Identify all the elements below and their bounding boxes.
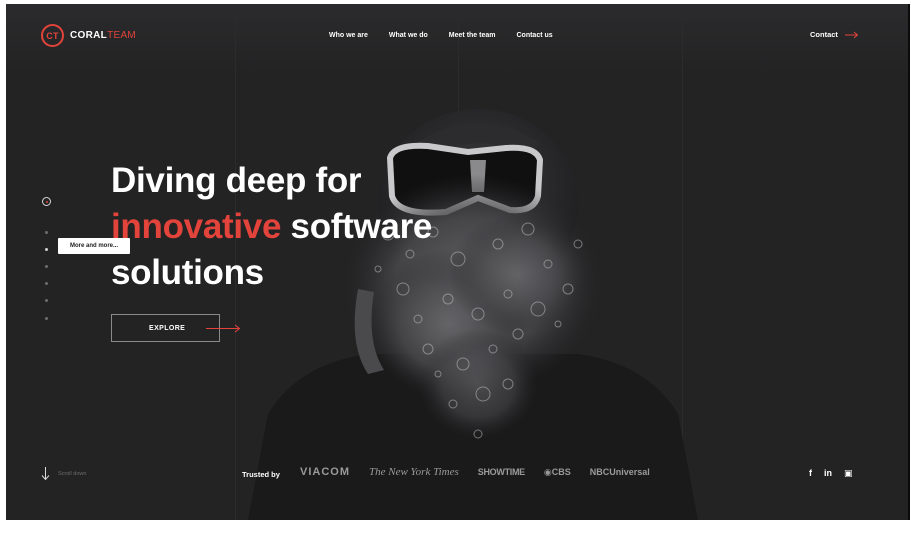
nav-item-meet-the-team[interactable]: Meet the team (449, 32, 496, 39)
pager-dot[interactable] (45, 265, 48, 268)
contact-label: Contact (810, 30, 838, 39)
pager-dot[interactable] (45, 282, 48, 285)
contact-link[interactable]: Contact (810, 30, 859, 39)
slide-pager (41, 197, 55, 320)
headline-accent-word: innovative (111, 207, 282, 246)
nav-item-what-we-do[interactable]: What we do (389, 32, 428, 39)
diver-image (248, 109, 698, 520)
headline-line-1: Diving deep for (111, 161, 362, 200)
arrow-right-icon (206, 324, 241, 333)
logo-monogram: CT (41, 24, 64, 47)
pager-dot[interactable] (45, 231, 48, 234)
hero-headline: Diving deep for innovative software solu… (111, 158, 432, 296)
pager-dot[interactable] (45, 299, 48, 302)
logo-name-accent: TEAM (107, 30, 137, 41)
trusted-by-label: Trusted by (242, 470, 280, 479)
headline-line-2: software (281, 207, 433, 246)
facebook-icon[interactable]: f (809, 468, 812, 478)
nav-item-who-we-are[interactable]: Who we are (329, 32, 368, 39)
brand-logo-nbcuniversal: NBCUniversal (589, 467, 650, 477)
linkedin-icon[interactable]: in (824, 468, 832, 478)
brand-logo-viacom: VIACOM (300, 466, 350, 478)
main-nav: Who we are What we do Meet the team Cont… (329, 32, 553, 39)
arrow-down-icon (41, 467, 50, 481)
logo-wordmark: CORALTEAM (70, 30, 136, 41)
social-links: f in ▣ (809, 468, 853, 478)
page-bottom-margin (6, 520, 908, 552)
brand-logo-nyt: The New York Times (369, 466, 459, 478)
headline-line-3: solutions (111, 253, 264, 292)
water-surface (6, 4, 908, 74)
arrow-right-icon (844, 31, 859, 38)
client-logos: VIACOM The New York Times SHOWTIME ◉CBS … (300, 466, 650, 478)
brand-logo-cbs: ◉CBS (543, 466, 571, 477)
pager-dot-active[interactable] (42, 197, 51, 206)
brand-logo[interactable]: CT CORALTEAM (41, 24, 136, 47)
scroll-down-hint[interactable]: Scroll down (41, 467, 86, 481)
pager-dot[interactable] (45, 248, 48, 251)
scroll-down-label: Scroll down (58, 471, 87, 477)
nav-item-contact-us[interactable]: Contact us (516, 32, 552, 39)
brand-logo-showtime: SHOWTIME (477, 467, 525, 477)
logo-name-primary: CORAL (70, 30, 108, 41)
pager-dot[interactable] (45, 317, 48, 320)
explore-button[interactable]: EXPLORE (111, 314, 220, 342)
page-edge (908, 4, 910, 520)
instagram-icon[interactable]: ▣ (844, 468, 853, 478)
